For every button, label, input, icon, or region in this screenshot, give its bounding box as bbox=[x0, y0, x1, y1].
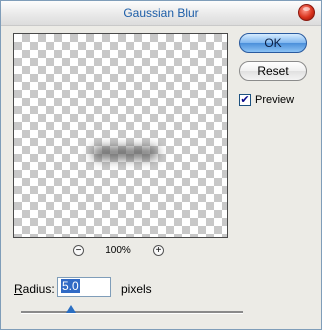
blurred-preview-shape bbox=[92, 147, 158, 159]
radius-label: Radius: bbox=[14, 282, 55, 296]
window-title: Gaussian Blur bbox=[123, 6, 199, 20]
gaussian-blur-dialog: Gaussian Blur − 100% + OK Reset ✔ Previe… bbox=[0, 0, 322, 330]
zoom-in-button[interactable]: + bbox=[153, 245, 164, 256]
radius-units: pixels bbox=[121, 282, 152, 296]
preview-canvas[interactable] bbox=[13, 33, 228, 238]
preview-checkbox[interactable]: ✔ bbox=[239, 94, 251, 106]
radius-input[interactable]: 5.0 bbox=[57, 277, 111, 297]
radius-label-rest: adius: bbox=[22, 282, 55, 296]
radius-label-mnemonic: R bbox=[14, 282, 23, 296]
zoom-controls: − 100% + bbox=[13, 245, 228, 261]
title-bar[interactable]: Gaussian Blur bbox=[1, 1, 321, 26]
radius-slider-track[interactable] bbox=[21, 311, 243, 314]
zoom-level: 100% bbox=[105, 245, 131, 256]
radius-slider-thumb[interactable] bbox=[66, 305, 76, 313]
radius-value: 5.0 bbox=[61, 279, 80, 293]
close-icon[interactable] bbox=[298, 4, 315, 21]
ok-button[interactable]: OK bbox=[239, 33, 307, 53]
reset-button[interactable]: Reset bbox=[239, 61, 307, 81]
zoom-out-button[interactable]: − bbox=[73, 245, 84, 256]
preview-label: Preview bbox=[255, 94, 295, 106]
